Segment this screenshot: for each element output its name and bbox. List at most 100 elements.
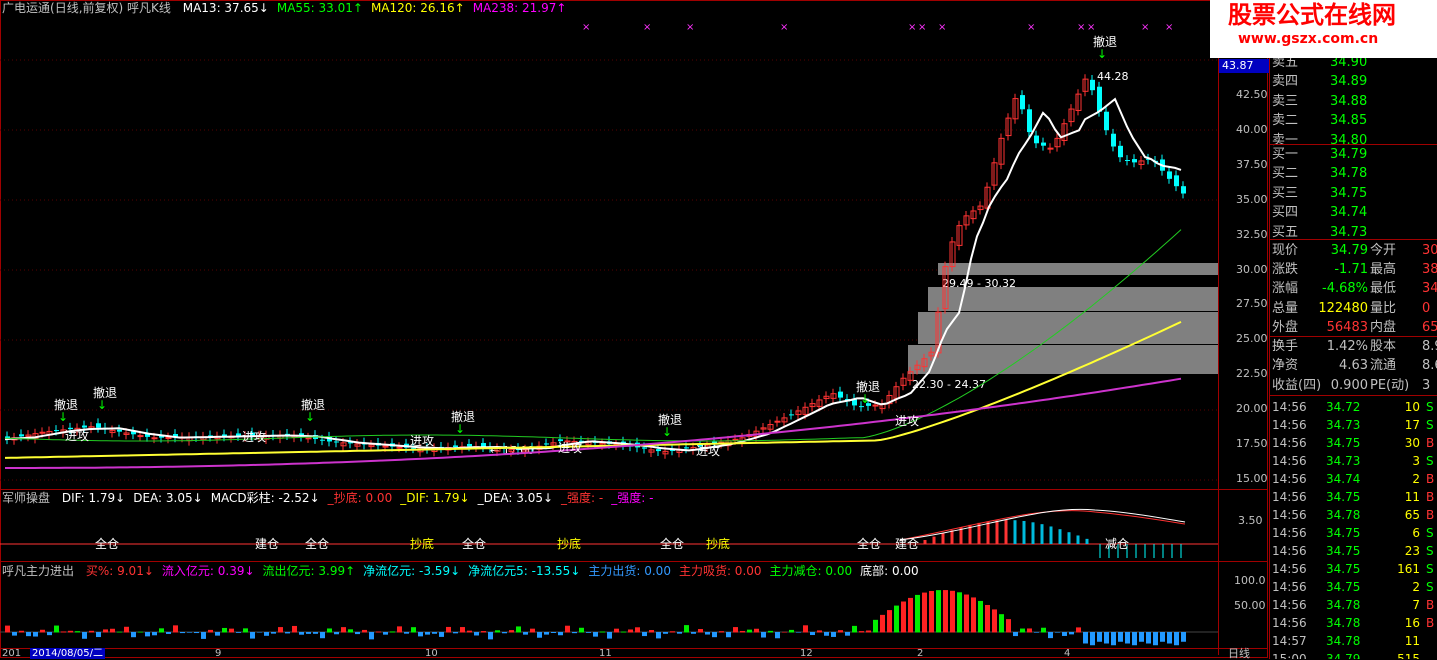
price-tick: 30.00 <box>1236 262 1268 276</box>
tick-time: 14:56 <box>1272 616 1307 630</box>
svg-text:×: × <box>686 22 694 33</box>
fund-bar <box>796 632 801 633</box>
fund-bar <box>831 632 836 637</box>
fund-bar <box>54 625 59 633</box>
fund-legend-item: 净流亿元: -3.59↓ <box>363 564 461 578</box>
quote-row: 现价 34.79 今开 30 <box>1270 241 1437 260</box>
stat-label: 今开 <box>1370 243 1397 258</box>
ask-label: 卖三 <box>1272 93 1299 109</box>
fund-bar <box>621 631 626 633</box>
fund-bar <box>754 628 759 633</box>
signal-marks: 撤退↓撤退↓ 撤退↓ 撤退↓撤退↓撤退↓撤退↓进攻 进攻 进攻 进攻 进攻进攻 <box>54 34 1117 458</box>
candle-body <box>838 391 843 398</box>
candle-body <box>137 435 144 438</box>
price-tick: 17.50 <box>1236 437 1268 450</box>
attack-label: 进攻 <box>65 429 89 443</box>
candle-body <box>544 443 549 445</box>
fund-bar <box>152 632 157 636</box>
fund-bar <box>47 632 52 636</box>
tick-volume: 161 <box>1397 562 1420 576</box>
period-mode[interactable]: 日线 <box>1228 648 1250 659</box>
ask-price: 34.89 <box>1330 74 1368 90</box>
quote-row: 总量 122480 量比 0 <box>1270 299 1437 318</box>
bid-price: 34.78 <box>1330 166 1368 182</box>
tick-side: B <box>1426 598 1435 612</box>
ask-label: 卖四 <box>1272 74 1299 90</box>
fund-name: 呼凡主力进出 <box>2 564 75 578</box>
fund-bar <box>901 601 906 633</box>
tick-side: S <box>1426 580 1434 594</box>
fund-bar <box>817 630 822 633</box>
tick-volume: 17 <box>1404 418 1420 432</box>
candle-body <box>1174 175 1179 187</box>
tick-volume: 10 <box>1404 400 1420 414</box>
stat-label: 收益(四) <box>1272 377 1322 393</box>
fund-bar <box>544 632 549 635</box>
fund-bar <box>747 629 752 633</box>
fund-bar <box>712 632 717 638</box>
fund-bar <box>40 629 45 633</box>
price-tick: 27.50 <box>1236 297 1268 311</box>
tick-volume: 2 <box>1412 580 1420 594</box>
candle-body <box>872 404 879 407</box>
candle-body <box>453 445 458 448</box>
candle-body <box>1090 79 1095 91</box>
watermark-url: www.gszx.com.cn <box>1238 31 1379 47</box>
tick-row: 14:56 34.75 11 B <box>1270 488 1437 506</box>
stat-value: 0 <box>1422 300 1431 316</box>
fund-bar <box>873 619 878 633</box>
fund-bar <box>859 631 864 633</box>
macd-bars: 全仓 建仓 全仓 抄底 全仓 抄底 全仓 抄底 全仓 建仓 减仓 <box>0 508 1218 558</box>
fund-bar <box>271 632 276 634</box>
fund-bar <box>439 632 444 637</box>
fund-bar <box>495 630 500 633</box>
quote-row: 买四 34.74 <box>1270 203 1437 222</box>
month-label: 12 <box>800 648 813 659</box>
svg-text:×: × <box>1141 22 1149 33</box>
tick-side: B <box>1426 472 1435 486</box>
fund-bar <box>82 632 87 639</box>
fund-bar <box>446 626 451 633</box>
fund-bar <box>936 590 941 633</box>
stat-value: -1.71 <box>1334 262 1368 278</box>
tick-side: S <box>1426 526 1434 540</box>
tick-row: 14:57 34.78 11 <box>1270 632 1437 650</box>
fund-bar <box>698 629 703 633</box>
ma-legend-item: MA55: 33.01↑ <box>276 1 363 15</box>
stat-value: 34.79 <box>1330 243 1368 258</box>
fund-bar <box>264 632 269 636</box>
fund-bar <box>1069 632 1074 635</box>
macd-legend: DIF: 1.79↓ DEA: 3.05↓ MACD彩柱: -2.52↓ _抄底: 0… <box>54 491 654 505</box>
tick-row: 14:56 34.75 161 S <box>1270 560 1437 578</box>
stat-value: 30 <box>1422 243 1437 258</box>
fund-bar <box>222 627 227 633</box>
fund-bar <box>600 631 605 633</box>
tick-side: B <box>1426 616 1435 630</box>
month-label: 4 <box>1064 648 1071 659</box>
watermark-title: 股票公式在线网 <box>1228 1 1396 29</box>
fund-bar <box>957 592 962 633</box>
kline-chart[interactable]: 29.49 - 30.32 22.30 - 24.37 44.28 ← 17.0… <box>0 0 1270 659</box>
fund-axis-50: 50.00 <box>1234 599 1266 612</box>
fund-bar <box>999 614 1004 633</box>
fund-bar <box>1076 627 1081 633</box>
stat-value: 8.9 <box>1422 339 1437 354</box>
tick-volume: 16 <box>1404 616 1420 630</box>
tick-row: 14:56 34.75 23 S <box>1270 542 1437 560</box>
tick-price: 34.74 <box>1326 472 1361 486</box>
fund-bar <box>1048 632 1053 639</box>
candle-body <box>19 434 24 437</box>
fund-bar <box>1006 619 1011 633</box>
fund-bar <box>341 627 346 633</box>
fund-bar <box>362 629 367 633</box>
tick-volume: 65 <box>1404 508 1420 522</box>
fund-legend-item: 流入亿元: 0.39↓ <box>161 564 255 578</box>
fund-bar <box>243 628 248 633</box>
time-axis-date: 2014/08/05/二 <box>30 648 106 659</box>
tick-price: 34.75 <box>1326 562 1361 576</box>
fund-bar <box>75 631 80 633</box>
fund-bar <box>943 590 948 633</box>
fund-axis-100: 100.0 <box>1234 574 1266 587</box>
fund-bar <box>488 632 493 640</box>
svg-text:×: × <box>918 22 926 33</box>
